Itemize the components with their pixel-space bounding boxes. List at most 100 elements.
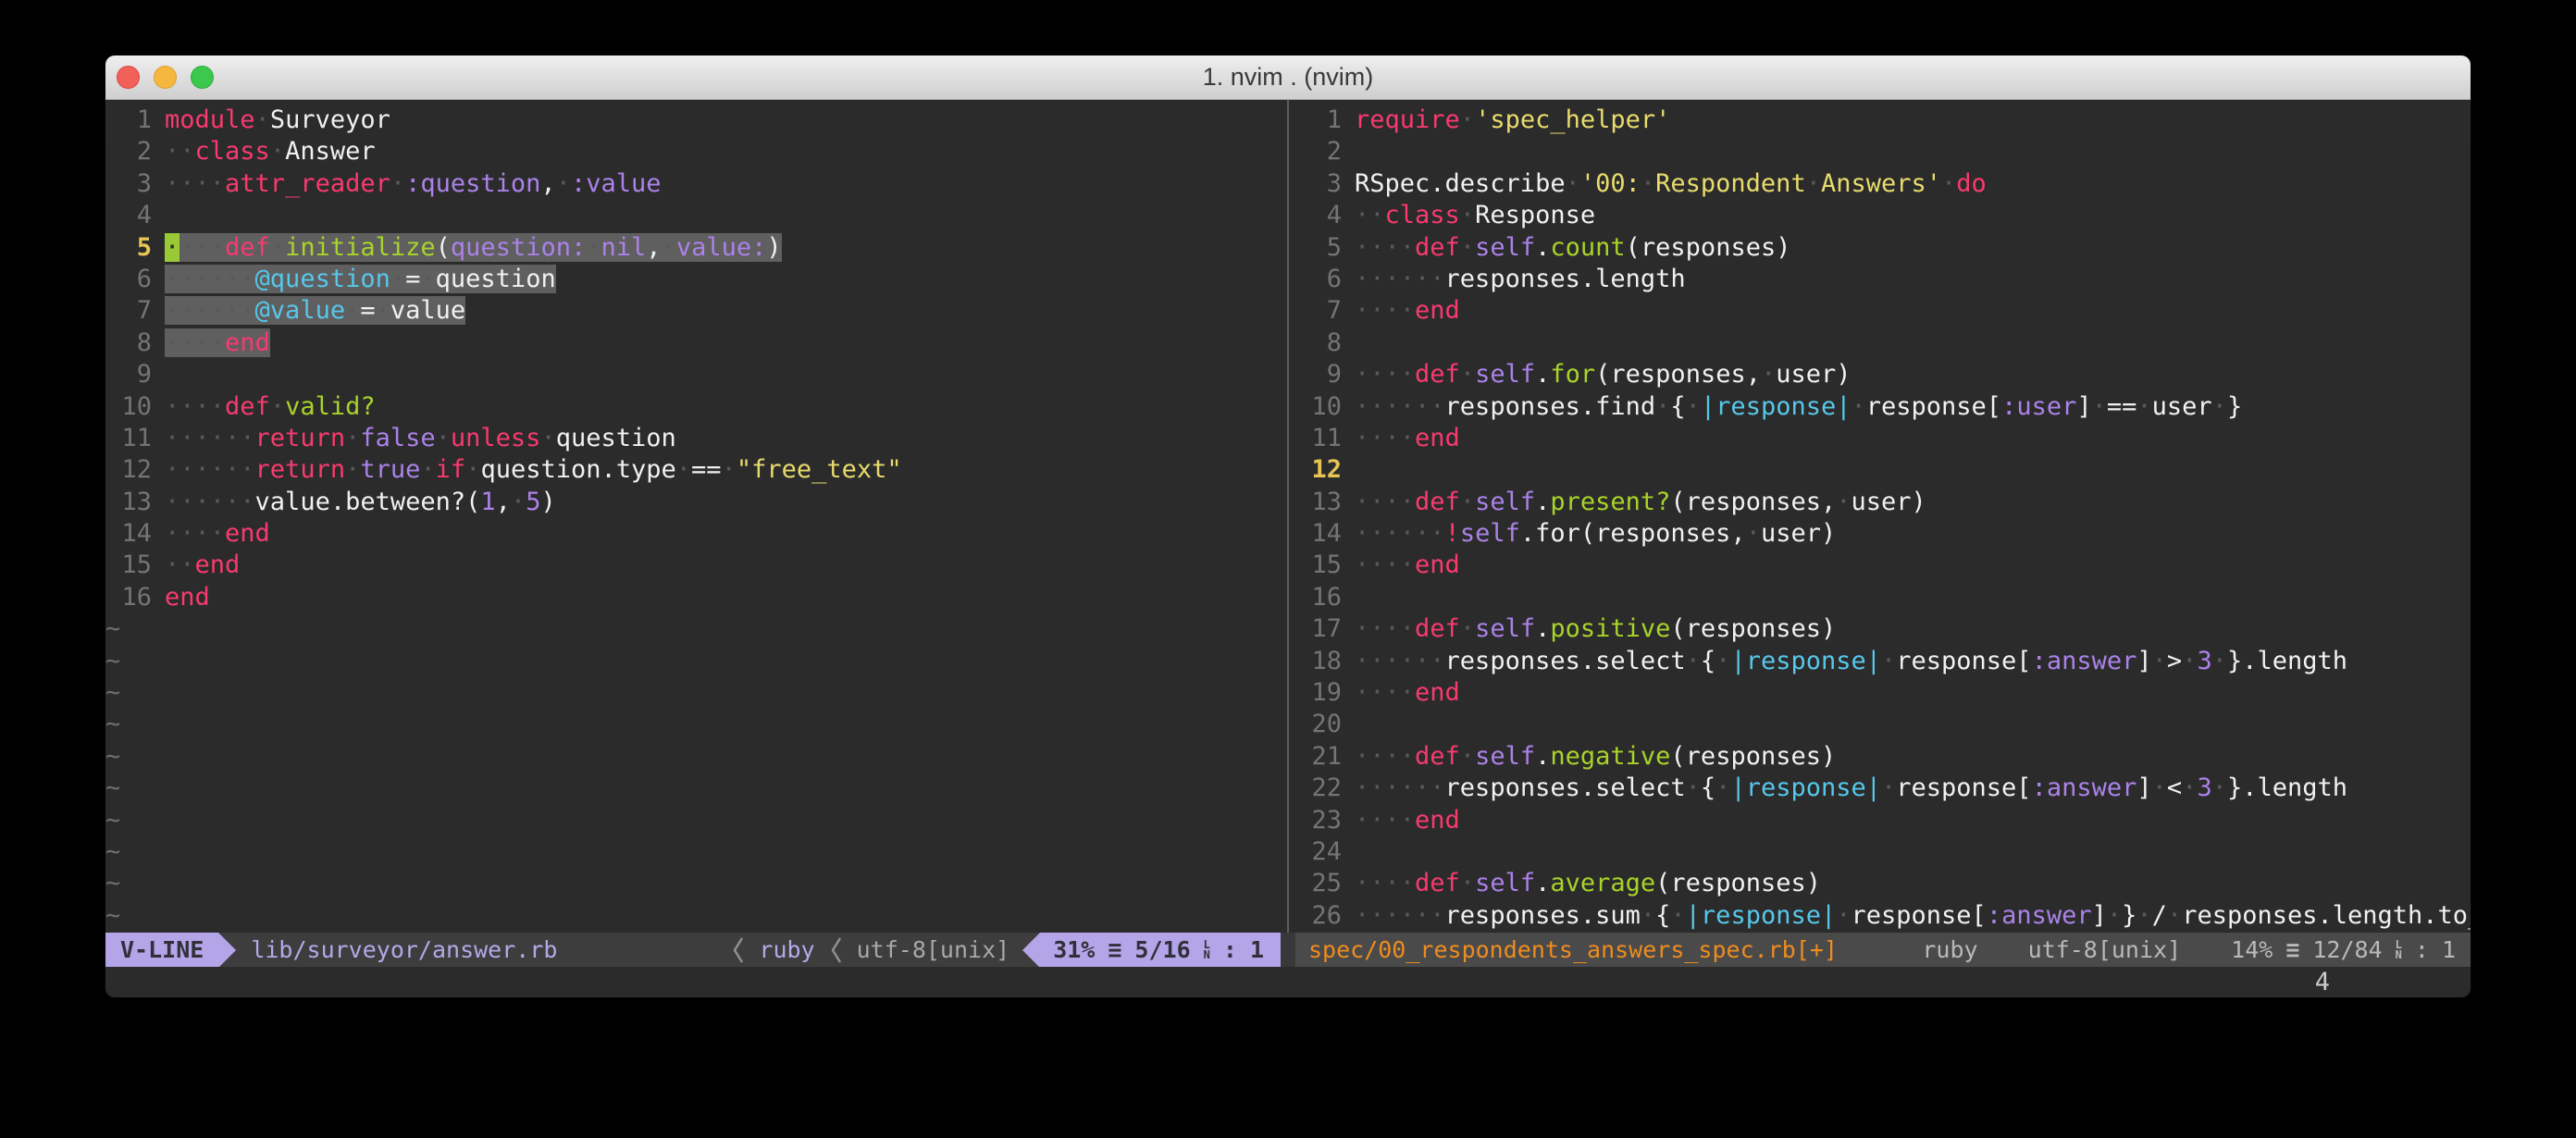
code-line[interactable]: 8····end — [105, 328, 1281, 359]
empty-line-tilde: ~ — [105, 901, 120, 930]
line-number: 9 — [1295, 359, 1342, 390]
statusline-row: V-LINE lib/surveyor/answer.rb ruby utf-8… — [105, 933, 2471, 967]
statusline-gap — [1281, 933, 1295, 967]
space-dot: · — [540, 424, 555, 452]
fullscreen-button[interactable] — [191, 66, 214, 89]
code-line[interactable]: 11····end — [1295, 423, 2471, 454]
line-number: 20 — [1295, 709, 1342, 740]
code-line[interactable]: 13······value.between?(1,·5) — [105, 487, 1281, 518]
filler-line: ~ — [105, 805, 1281, 836]
space-dot: · — [1460, 488, 1475, 516]
code-line[interactable]: 19····end — [1295, 677, 2471, 709]
code-text: ··class·Response — [1355, 201, 1595, 229]
editor-pane-left[interactable]: 1module·Surveyor2··class·Answer3····attr… — [105, 100, 1281, 933]
filetype-label: ruby — [1922, 936, 1977, 963]
empty-line-tilde: ~ — [105, 806, 120, 835]
code-line[interactable]: 5····def·self.count(responses) — [1295, 232, 2471, 264]
vertical-split-divider[interactable] — [1281, 100, 1295, 933]
line-number: 19 — [1295, 677, 1342, 709]
code-line[interactable]: 16 — [1295, 582, 2471, 613]
code-line[interactable]: 9 — [105, 359, 1281, 390]
code-line[interactable]: 20 — [1295, 709, 2471, 740]
code-line[interactable]: 15··end — [105, 550, 1281, 581]
space-dot: · — [1686, 392, 1701, 421]
code-line[interactable]: 26······responses.sum·{·|response|·respo… — [1295, 900, 2471, 932]
line-number: 6 — [105, 264, 152, 295]
space-dot: · — [1686, 647, 1701, 675]
pending-command-count: 4 — [2315, 968, 2330, 996]
visual-selection: ······@value·=·value — [165, 296, 465, 325]
space-dot: · — [1836, 488, 1851, 516]
line-number: 12 — [1295, 454, 1342, 486]
code-line[interactable]: 7······@value·=·value — [105, 295, 1281, 327]
empty-line-tilde: ~ — [105, 647, 120, 675]
filler-line: ~ — [105, 773, 1281, 804]
line-position: 12/84 — [2312, 936, 2382, 963]
code-line[interactable]: 12 — [1295, 454, 2471, 486]
code-line[interactable]: 25····def·self.average(responses) — [1295, 868, 2471, 899]
nvim-terminal: 1module·Surveyor2··class·Answer3····attr… — [105, 100, 2471, 997]
space-dot: · — [390, 169, 405, 198]
code-line[interactable]: 3RSpec.describe·'00:·Respondent·Answers'… — [1295, 168, 2471, 200]
space-dot: ··· — [180, 233, 225, 262]
line-number: 10 — [105, 391, 152, 423]
space-dot: · — [270, 233, 285, 262]
code-line[interactable]: 6······responses.length — [1295, 264, 2471, 295]
code-text: ····def·self.negative(responses) — [1355, 742, 1836, 771]
line-number: 1 — [1295, 105, 1342, 136]
chevron-left-icon — [830, 935, 842, 965]
line-number: 2 — [105, 136, 152, 167]
code-line[interactable]: 23····end — [1295, 805, 2471, 836]
empty-line-tilde: ~ — [105, 710, 120, 738]
filler-line: ~ — [105, 836, 1281, 868]
command-line[interactable]: 4 — [105, 967, 2471, 997]
editor-splits: 1module·Surveyor2··class·Answer3····attr… — [105, 100, 2471, 933]
code-line[interactable]: 9····def·self.for(responses,·user) — [1295, 359, 2471, 390]
close-button[interactable] — [117, 66, 140, 89]
space-dot: · — [2107, 901, 2122, 930]
space-dot: ···· — [1355, 678, 1415, 707]
space-dot: · — [2152, 647, 2167, 675]
filler-line: ~ — [105, 613, 1281, 645]
line-number: 24 — [1295, 836, 1342, 868]
line-number: 14 — [105, 518, 152, 550]
line-number: 6 — [1295, 264, 1342, 295]
code-line[interactable]: 11······return·false·unless·question — [105, 423, 1281, 454]
code-line[interactable]: 14······!self.for(responses,·user) — [1295, 518, 2471, 550]
space-dot: · — [586, 233, 601, 262]
line-number: 4 — [1295, 200, 1342, 231]
code-line[interactable]: 21····def·self.negative(responses) — [1295, 741, 2471, 773]
minimize-button[interactable] — [154, 66, 177, 89]
code-line[interactable]: 13····def·self.present?(responses,·user) — [1295, 487, 2471, 518]
space-dot: ···· — [1355, 550, 1415, 579]
code-line[interactable]: 8 — [1295, 328, 2471, 359]
filler-line: ~ — [105, 900, 1281, 932]
code-line[interactable]: 4 — [105, 200, 1281, 231]
code-line[interactable]: 17····def·self.positive(responses) — [1295, 613, 2471, 645]
space-dot: ······ — [1355, 265, 1445, 293]
code-line[interactable]: 5····def·initialize(question:·nil,·value… — [105, 232, 1281, 264]
editor-pane-right[interactable]: 1require·'spec_helper'23RSpec.describe·'… — [1295, 100, 2471, 933]
code-line[interactable]: 22······responses.select·{·|response|·re… — [1295, 773, 2471, 804]
code-line[interactable]: 10····def·valid? — [105, 391, 1281, 423]
code-line[interactable]: 14····end — [105, 518, 1281, 550]
window-titlebar[interactable]: 1. nvim . (nvim) — [105, 56, 2471, 100]
code-line[interactable]: 6······@question·=·question — [105, 264, 1281, 295]
code-line[interactable]: 12······return·true·if·question.type·==·… — [105, 454, 1281, 486]
code-line[interactable]: 15····end — [1295, 550, 2471, 581]
code-line[interactable]: 2 — [1295, 136, 2471, 167]
space-dot: · — [662, 233, 676, 262]
line-number: 16 — [1295, 582, 1342, 613]
code-line[interactable]: 24 — [1295, 836, 2471, 868]
code-line[interactable]: 4 ··class·Response — [1295, 200, 2471, 231]
code-line[interactable]: 3····attr_reader·:question,·:value — [105, 168, 1281, 200]
code-text: ······!self.for(responses,·user) — [1355, 519, 1836, 548]
code-line[interactable]: 10······responses.find·{·|response|·resp… — [1295, 391, 2471, 423]
line-number: 23 — [1295, 805, 1342, 836]
code-line[interactable]: 18······responses.select·{·|response|·re… — [1295, 646, 2471, 677]
code-line[interactable]: 16end — [105, 582, 1281, 613]
code-line[interactable]: 1require·'spec_helper' — [1295, 105, 2471, 136]
code-line[interactable]: 1module·Surveyor — [105, 105, 1281, 136]
code-line[interactable]: 7····end — [1295, 295, 2471, 327]
code-line[interactable]: 2··class·Answer — [105, 136, 1281, 167]
